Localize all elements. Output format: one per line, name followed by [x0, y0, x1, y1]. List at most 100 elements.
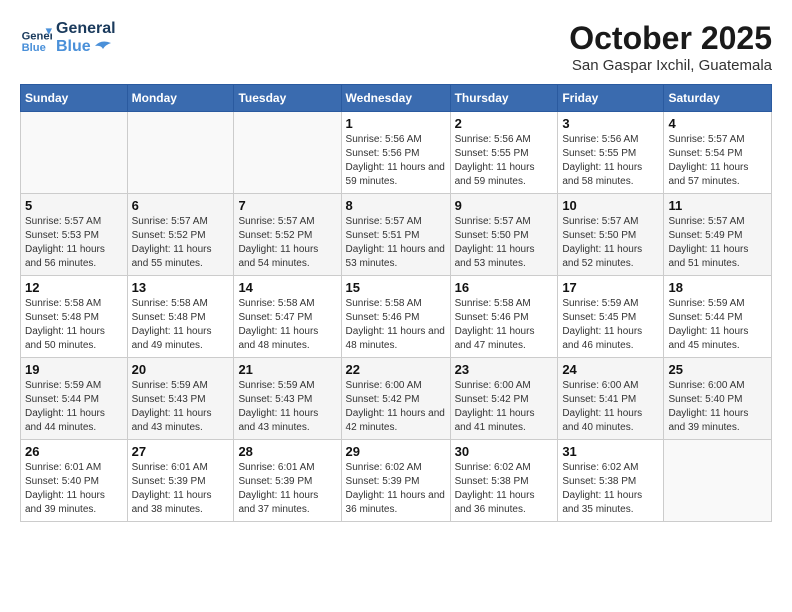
day-number: 9: [455, 198, 554, 213]
day-number: 13: [132, 280, 230, 295]
day-info: Sunrise: 5:56 AM Sunset: 5:55 PM Dayligh…: [455, 133, 554, 189]
day-info: Sunrise: 6:02 AM Sunset: 5:38 PM Dayligh…: [455, 461, 554, 517]
calendar-cell: 14 Sunrise: 5:58 AM Sunset: 5:47 PM Dayli…: [234, 276, 341, 358]
blue-bird-icon: [93, 39, 113, 53]
calendar-cell: 31Sunrise: 6:02 AM Sunset: 5:38 PM Dayli…: [558, 440, 664, 522]
day-number: 2: [455, 116, 554, 131]
logo-line1: General: [56, 20, 116, 38]
day-number: 18: [668, 280, 767, 295]
calendar-cell: 30 Sunrise: 6:02 AM Sunset: 5:38 PM Dayli…: [450, 440, 558, 522]
day-info: Sunrise: 5:56 AM Sunset: 5:55 PM Dayligh…: [562, 133, 659, 189]
calendar-cell: 27 Sunrise: 6:01 AM Sunset: 5:39 PM Dayli…: [127, 440, 234, 522]
weekday-header-wednesday: Wednesday: [341, 85, 450, 112]
calendar-cell: [664, 440, 772, 522]
day-info: Sunrise: 5:56 AM Sunset: 5:56 PM Dayligh…: [346, 133, 446, 189]
day-info: Sunrise: 6:01 AM Sunset: 5:39 PM Dayligh…: [132, 461, 230, 517]
svg-text:General: General: [22, 30, 52, 42]
calendar-week-row: 5 Sunrise: 5:57 AM Sunset: 5:53 PM Daylig…: [21, 194, 772, 276]
day-number: 28: [238, 444, 336, 459]
day-number: 11: [668, 198, 767, 213]
calendar-cell: 15 Sunrise: 5:58 AM Sunset: 5:46 PM Dayli…: [341, 276, 450, 358]
calendar-cell: 26 Sunrise: 6:01 AM Sunset: 5:40 PM Dayli…: [21, 440, 128, 522]
logo: General Blue General Blue: [20, 20, 116, 55]
calendar-cell: 23 Sunrise: 6:00 AM Sunset: 5:42 PM Dayli…: [450, 358, 558, 440]
weekday-header-saturday: Saturday: [664, 85, 772, 112]
location-subtitle: San Gaspar Ixchil, Guatemala: [569, 57, 772, 74]
day-number: 22: [346, 362, 446, 377]
day-number: 29: [346, 444, 446, 459]
day-info: Sunrise: 6:00 AM Sunset: 5:42 PM Dayligh…: [455, 379, 554, 435]
calendar-cell: 3 Sunrise: 5:56 AM Sunset: 5:55 PM Daylig…: [558, 112, 664, 194]
day-info: Sunrise: 5:57 AM Sunset: 5:52 PM Dayligh…: [132, 215, 230, 271]
day-number: 3: [562, 116, 659, 131]
day-info: Sunrise: 5:59 AM Sunset: 5:43 PM Dayligh…: [132, 379, 230, 435]
day-number: 19: [25, 362, 123, 377]
day-number: 21: [238, 362, 336, 377]
day-info: Sunrise: 6:00 AM Sunset: 5:40 PM Dayligh…: [668, 379, 767, 435]
calendar-cell: 18Sunrise: 5:59 AM Sunset: 5:44 PM Dayli…: [664, 276, 772, 358]
calendar-cell: 29 Sunrise: 6:02 AM Sunset: 5:39 PM Dayli…: [341, 440, 450, 522]
weekday-header-friday: Friday: [558, 85, 664, 112]
day-info: Sunrise: 5:58 AM Sunset: 5:46 PM Dayligh…: [455, 297, 554, 353]
calendar-cell: 13 Sunrise: 5:58 AM Sunset: 5:48 PM Dayli…: [127, 276, 234, 358]
day-info: Sunrise: 5:58 AM Sunset: 5:47 PM Dayligh…: [238, 297, 336, 353]
day-info: Sunrise: 5:58 AM Sunset: 5:46 PM Dayligh…: [346, 297, 446, 353]
day-info: Sunrise: 5:59 AM Sunset: 5:43 PM Dayligh…: [238, 379, 336, 435]
day-number: 5: [25, 198, 123, 213]
day-number: 14: [238, 280, 336, 295]
calendar-table: SundayMondayTuesdayWednesdayThursdayFrid…: [20, 84, 772, 522]
day-info: Sunrise: 5:57 AM Sunset: 5:50 PM Dayligh…: [562, 215, 659, 271]
calendar-cell: 8Sunrise: 5:57 AM Sunset: 5:51 PM Daylig…: [341, 194, 450, 276]
calendar-cell: 4Sunrise: 5:57 AM Sunset: 5:54 PM Daylig…: [664, 112, 772, 194]
day-info: Sunrise: 5:59 AM Sunset: 5:44 PM Dayligh…: [25, 379, 123, 435]
calendar-cell: 12Sunrise: 5:58 AM Sunset: 5:48 PM Dayli…: [21, 276, 128, 358]
calendar-cell: 11 Sunrise: 5:57 AM Sunset: 5:49 PM Dayli…: [664, 194, 772, 276]
day-number: 24: [562, 362, 659, 377]
calendar-cell: 24 Sunrise: 6:00 AM Sunset: 5:41 PM Dayli…: [558, 358, 664, 440]
calendar-cell: 1 Sunrise: 5:56 AM Sunset: 5:56 PM Daylig…: [341, 112, 450, 194]
weekday-header-tuesday: Tuesday: [234, 85, 341, 112]
calendar-cell: 19 Sunrise: 5:59 AM Sunset: 5:44 PM Dayli…: [21, 358, 128, 440]
day-number: 23: [455, 362, 554, 377]
calendar-cell: 10 Sunrise: 5:57 AM Sunset: 5:50 PM Dayli…: [558, 194, 664, 276]
svg-text:Blue: Blue: [22, 41, 46, 53]
calendar-week-row: 19 Sunrise: 5:59 AM Sunset: 5:44 PM Dayli…: [21, 358, 772, 440]
day-number: 20: [132, 362, 230, 377]
day-info: Sunrise: 5:57 AM Sunset: 5:53 PM Dayligh…: [25, 215, 123, 271]
day-number: 1: [346, 116, 446, 131]
calendar-cell: 20 Sunrise: 5:59 AM Sunset: 5:43 PM Dayli…: [127, 358, 234, 440]
day-info: Sunrise: 6:02 AM Sunset: 5:39 PM Dayligh…: [346, 461, 446, 517]
day-number: 7: [238, 198, 336, 213]
day-info: Sunrise: 6:00 AM Sunset: 5:41 PM Dayligh…: [562, 379, 659, 435]
day-number: 25: [668, 362, 767, 377]
day-info: Sunrise: 6:01 AM Sunset: 5:39 PM Dayligh…: [238, 461, 336, 517]
day-info: Sunrise: 5:59 AM Sunset: 5:45 PM Dayligh…: [562, 297, 659, 353]
calendar-cell: 2 Sunrise: 5:56 AM Sunset: 5:55 PM Daylig…: [450, 112, 558, 194]
day-info: Sunrise: 6:00 AM Sunset: 5:42 PM Dayligh…: [346, 379, 446, 435]
day-number: 10: [562, 198, 659, 213]
calendar-cell: 7Sunrise: 5:57 AM Sunset: 5:52 PM Daylig…: [234, 194, 341, 276]
day-number: 27: [132, 444, 230, 459]
day-info: Sunrise: 5:58 AM Sunset: 5:48 PM Dayligh…: [132, 297, 230, 353]
calendar-week-row: 1 Sunrise: 5:56 AM Sunset: 5:56 PM Daylig…: [21, 112, 772, 194]
day-number: 30: [455, 444, 554, 459]
calendar-cell: [234, 112, 341, 194]
calendar-cell: 21 Sunrise: 5:59 AM Sunset: 5:43 PM Dayli…: [234, 358, 341, 440]
month-title: October 2025: [569, 20, 772, 57]
day-info: Sunrise: 5:57 AM Sunset: 5:49 PM Dayligh…: [668, 215, 767, 271]
title-block: October 2025 San Gaspar Ixchil, Guatemal…: [569, 20, 772, 74]
day-number: 4: [668, 116, 767, 131]
day-number: 17: [562, 280, 659, 295]
day-number: 26: [25, 444, 123, 459]
day-number: 8: [346, 198, 446, 213]
day-number: 16: [455, 280, 554, 295]
day-number: 15: [346, 280, 446, 295]
calendar-cell: 16 Sunrise: 5:58 AM Sunset: 5:46 PM Dayli…: [450, 276, 558, 358]
weekday-header-row: SundayMondayTuesdayWednesdayThursdayFrid…: [21, 85, 772, 112]
calendar-body: 1 Sunrise: 5:56 AM Sunset: 5:56 PM Daylig…: [21, 112, 772, 522]
calendar-cell: 22 Sunrise: 6:00 AM Sunset: 5:42 PM Dayli…: [341, 358, 450, 440]
day-info: Sunrise: 5:58 AM Sunset: 5:48 PM Dayligh…: [25, 297, 123, 353]
weekday-header-thursday: Thursday: [450, 85, 558, 112]
calendar-cell: 9Sunrise: 5:57 AM Sunset: 5:50 PM Daylig…: [450, 194, 558, 276]
day-info: Sunrise: 6:01 AM Sunset: 5:40 PM Dayligh…: [25, 461, 123, 517]
